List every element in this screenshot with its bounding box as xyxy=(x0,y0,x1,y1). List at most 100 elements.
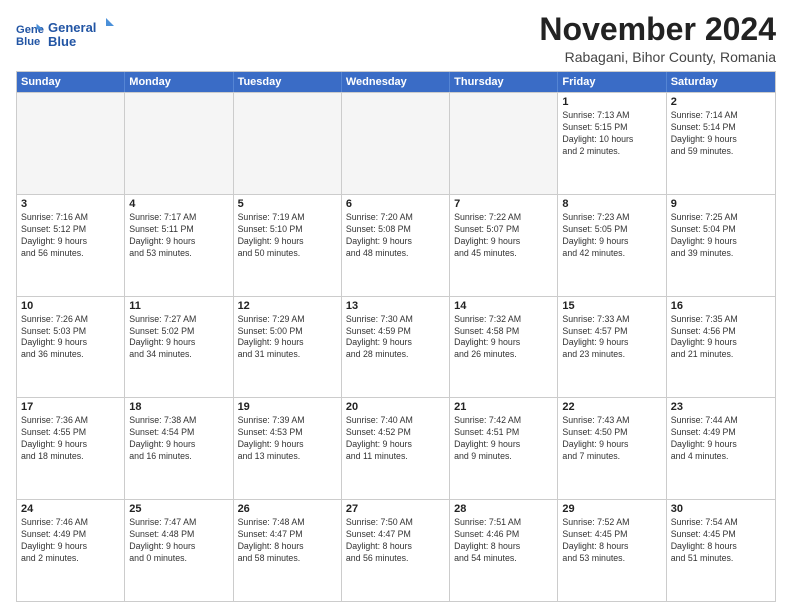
cal-cell-r3-c1: 18 Sunrise: 7:38 AM Sunset: 4:54 PM Dayli… xyxy=(125,398,233,499)
cal-cell-r3-c2: 19Sunrise: 7:39 AM Sunset: 4:53 PM Dayli… xyxy=(234,398,342,499)
day-number: 30 xyxy=(671,503,771,515)
cal-cell-r1-c4: 7Sunrise: 7:22 AM Sunset: 5:07 PM Daylig… xyxy=(450,195,558,296)
day-number: 15 xyxy=(562,300,661,312)
cell-info: Sunrise: 7:22 AM Sunset: 5:07 PM Dayligh… xyxy=(454,212,553,260)
cal-cell-r1-c0: 3 Sunrise: 7:16 AM Sunset: 5:12 PM Daylig… xyxy=(17,195,125,296)
cell-info: Sunrise: 7:52 AM Sunset: 4:45 PM Dayligh… xyxy=(562,517,661,565)
day-number: 10 xyxy=(21,300,120,312)
cell-info: Sunrise: 7:46 AM Sunset: 4:49 PM Dayligh… xyxy=(21,517,120,565)
cal-row-4: 24 Sunrise: 7:46 AM Sunset: 4:49 PM Dayli… xyxy=(17,499,775,601)
day-number: 24 xyxy=(21,503,120,515)
day-number: 18 xyxy=(129,401,228,413)
day-number: 12 xyxy=(238,300,337,312)
day-number: 22 xyxy=(562,401,661,413)
title-area: November 2024 Rabagani, Bihor County, Ro… xyxy=(539,12,776,65)
day-number: 9 xyxy=(671,198,771,210)
cell-info: Sunrise: 7:42 AM Sunset: 4:51 PM Dayligh… xyxy=(454,415,553,463)
cal-cell-r4-c0: 24 Sunrise: 7:46 AM Sunset: 4:49 PM Dayli… xyxy=(17,500,125,601)
cell-info: Sunrise: 7:51 AM Sunset: 4:46 PM Dayligh… xyxy=(454,517,553,565)
day-number: 16 xyxy=(671,300,771,312)
header-monday: Monday xyxy=(125,72,233,92)
day-number: 19 xyxy=(238,401,337,413)
cell-info: Sunrise: 7:50 AM Sunset: 4:47 PM Dayligh… xyxy=(346,517,445,565)
location-title: Rabagani, Bihor County, Romania xyxy=(539,49,776,65)
cell-info: Sunrise: 7:48 AM Sunset: 4:47 PM Dayligh… xyxy=(238,517,337,565)
day-number: 26 xyxy=(238,503,337,515)
calendar-header: Sunday Monday Tuesday Wednesday Thursday… xyxy=(17,72,775,92)
cell-info: Sunrise: 7:13 AM Sunset: 5:15 PM Dayligh… xyxy=(562,110,661,158)
svg-text:Blue: Blue xyxy=(16,36,40,48)
header-sunday: Sunday xyxy=(17,72,125,92)
day-number: 28 xyxy=(454,503,553,515)
svg-text:General: General xyxy=(48,20,96,35)
cal-cell-r0-c3 xyxy=(342,93,450,194)
svg-text:Blue: Blue xyxy=(48,34,76,49)
cal-cell-r3-c0: 17Sunrise: 7:36 AM Sunset: 4:55 PM Dayli… xyxy=(17,398,125,499)
header-thursday: Thursday xyxy=(450,72,558,92)
header-tuesday: Tuesday xyxy=(234,72,342,92)
day-number: 29 xyxy=(562,503,661,515)
cell-info: Sunrise: 7:54 AM Sunset: 4:45 PM Dayligh… xyxy=(671,517,771,565)
logo: General Blue General Blue xyxy=(16,16,118,52)
cal-cell-r1-c5: 8 Sunrise: 7:23 AM Sunset: 5:05 PM Daylig… xyxy=(558,195,666,296)
cell-info: Sunrise: 7:32 AM Sunset: 4:58 PM Dayligh… xyxy=(454,314,553,362)
cal-cell-r2-c0: 10Sunrise: 7:26 AM Sunset: 5:03 PM Dayli… xyxy=(17,297,125,398)
day-number: 5 xyxy=(238,198,337,210)
cal-cell-r3-c6: 23 Sunrise: 7:44 AM Sunset: 4:49 PM Dayli… xyxy=(667,398,775,499)
cal-cell-r1-c3: 6Sunrise: 7:20 AM Sunset: 5:08 PM Daylig… xyxy=(342,195,450,296)
cal-cell-r4-c1: 25 Sunrise: 7:47 AM Sunset: 4:48 PM Dayli… xyxy=(125,500,233,601)
day-number: 4 xyxy=(129,198,228,210)
cell-info: Sunrise: 7:23 AM Sunset: 5:05 PM Dayligh… xyxy=(562,212,661,260)
logo-svg: General Blue xyxy=(48,16,118,52)
cal-cell-r1-c2: 5Sunrise: 7:19 AM Sunset: 5:10 PM Daylig… xyxy=(234,195,342,296)
cal-cell-r0-c6: 2 Sunrise: 7:14 AM Sunset: 5:14 PM Daylig… xyxy=(667,93,775,194)
cal-cell-r2-c3: 13 Sunrise: 7:30 AM Sunset: 4:59 PM Dayli… xyxy=(342,297,450,398)
day-number: 27 xyxy=(346,503,445,515)
cell-info: Sunrise: 7:43 AM Sunset: 4:50 PM Dayligh… xyxy=(562,415,661,463)
day-number: 2 xyxy=(671,96,771,108)
cal-row-3: 17Sunrise: 7:36 AM Sunset: 4:55 PM Dayli… xyxy=(17,397,775,499)
cell-info: Sunrise: 7:47 AM Sunset: 4:48 PM Dayligh… xyxy=(129,517,228,565)
day-number: 20 xyxy=(346,401,445,413)
day-number: 25 xyxy=(129,503,228,515)
day-number: 1 xyxy=(562,96,661,108)
day-number: 21 xyxy=(454,401,553,413)
day-number: 8 xyxy=(562,198,661,210)
cell-info: Sunrise: 7:16 AM Sunset: 5:12 PM Dayligh… xyxy=(21,212,120,260)
cell-info: Sunrise: 7:40 AM Sunset: 4:52 PM Dayligh… xyxy=(346,415,445,463)
cal-cell-r1-c6: 9Sunrise: 7:25 AM Sunset: 5:04 PM Daylig… xyxy=(667,195,775,296)
svg-text:General: General xyxy=(16,24,44,36)
cal-cell-r3-c3: 20 Sunrise: 7:40 AM Sunset: 4:52 PM Dayli… xyxy=(342,398,450,499)
cal-row-0: 1 Sunrise: 7:13 AM Sunset: 5:15 PM Daylig… xyxy=(17,92,775,194)
month-title: November 2024 xyxy=(539,12,776,47)
cal-cell-r4-c6: 30 Sunrise: 7:54 AM Sunset: 4:45 PM Dayli… xyxy=(667,500,775,601)
cell-info: Sunrise: 7:29 AM Sunset: 5:00 PM Dayligh… xyxy=(238,314,337,362)
day-number: 13 xyxy=(346,300,445,312)
cell-info: Sunrise: 7:35 AM Sunset: 4:56 PM Dayligh… xyxy=(671,314,771,362)
cell-info: Sunrise: 7:14 AM Sunset: 5:14 PM Dayligh… xyxy=(671,110,771,158)
cell-info: Sunrise: 7:44 AM Sunset: 4:49 PM Dayligh… xyxy=(671,415,771,463)
day-number: 3 xyxy=(21,198,120,210)
cal-cell-r2-c4: 14Sunrise: 7:32 AM Sunset: 4:58 PM Dayli… xyxy=(450,297,558,398)
cell-info: Sunrise: 7:30 AM Sunset: 4:59 PM Dayligh… xyxy=(346,314,445,362)
day-number: 6 xyxy=(346,198,445,210)
cal-cell-r2-c6: 16 Sunrise: 7:35 AM Sunset: 4:56 PM Dayli… xyxy=(667,297,775,398)
cal-row-1: 3 Sunrise: 7:16 AM Sunset: 5:12 PM Daylig… xyxy=(17,194,775,296)
cell-info: Sunrise: 7:38 AM Sunset: 4:54 PM Dayligh… xyxy=(129,415,228,463)
header-wednesday: Wednesday xyxy=(342,72,450,92)
logo-icon: General Blue xyxy=(16,20,44,48)
cal-cell-r1-c1: 4 Sunrise: 7:17 AM Sunset: 5:11 PM Daylig… xyxy=(125,195,233,296)
cell-info: Sunrise: 7:17 AM Sunset: 5:11 PM Dayligh… xyxy=(129,212,228,260)
day-number: 23 xyxy=(671,401,771,413)
cal-cell-r0-c5: 1 Sunrise: 7:13 AM Sunset: 5:15 PM Daylig… xyxy=(558,93,666,194)
cal-cell-r3-c4: 21 Sunrise: 7:42 AM Sunset: 4:51 PM Dayli… xyxy=(450,398,558,499)
cal-cell-r4-c4: 28 Sunrise: 7:51 AM Sunset: 4:46 PM Dayli… xyxy=(450,500,558,601)
header-saturday: Saturday xyxy=(667,72,775,92)
cal-cell-r3-c5: 22 Sunrise: 7:43 AM Sunset: 4:50 PM Dayli… xyxy=(558,398,666,499)
cell-info: Sunrise: 7:36 AM Sunset: 4:55 PM Dayligh… xyxy=(21,415,120,463)
cal-cell-r0-c0 xyxy=(17,93,125,194)
header-friday: Friday xyxy=(558,72,666,92)
calendar-body: 1 Sunrise: 7:13 AM Sunset: 5:15 PM Daylig… xyxy=(17,92,775,601)
cal-cell-r2-c5: 15Sunrise: 7:33 AM Sunset: 4:57 PM Dayli… xyxy=(558,297,666,398)
cal-cell-r0-c1 xyxy=(125,93,233,194)
